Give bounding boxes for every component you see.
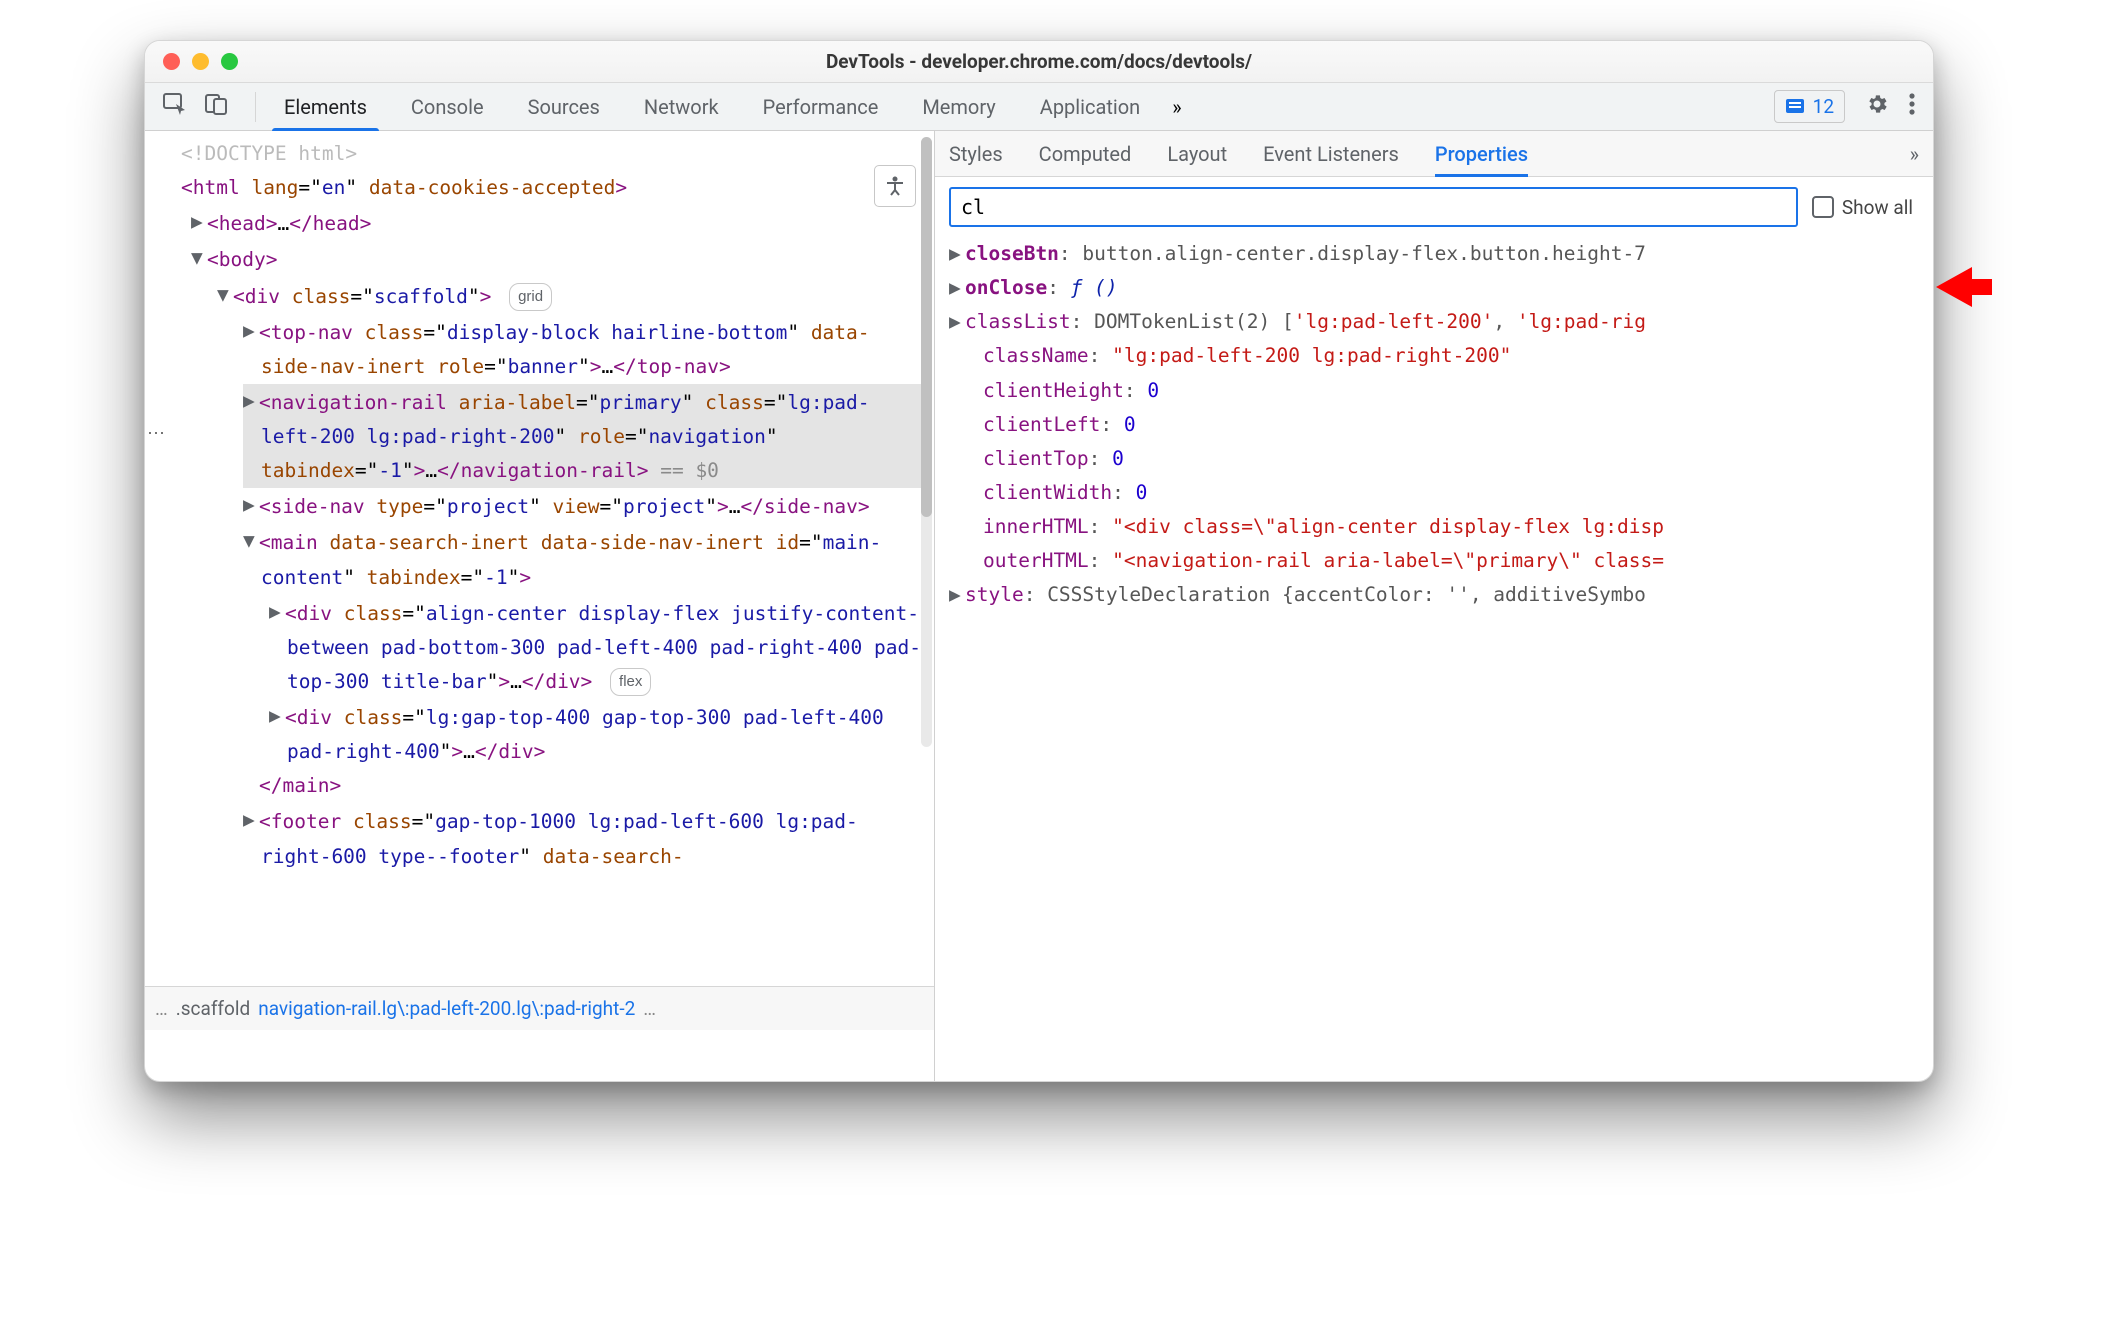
inspect-icon[interactable]: [163, 93, 187, 120]
property-row[interactable]: ▶style: CSSStyleDeclaration {accentColor…: [951, 578, 1925, 612]
main-toolbar: ElementsConsoleSourcesNetworkPerformance…: [145, 83, 1933, 131]
toolbar-right: 12: [1774, 90, 1915, 123]
tab-console[interactable]: Console: [389, 83, 506, 130]
toolbar-separator: [255, 92, 256, 122]
red-pointer-arrow-icon: [1936, 264, 1992, 315]
dom-tree[interactable]: <!DOCTYPE html><html lang="en" data-cook…: [145, 131, 934, 880]
main-tabs: ElementsConsoleSourcesNetworkPerformance…: [262, 83, 1162, 130]
traffic-max[interactable]: [221, 53, 238, 70]
settings-gear-icon[interactable]: [1865, 92, 1889, 121]
properties-list[interactable]: ▶closeBtn: button.align-center.display-f…: [935, 237, 1933, 618]
crumb-active[interactable]: navigation-rail.lg\:pad-left-200.lg\:pad…: [258, 997, 635, 1020]
property-row[interactable]: ▶onClose: ƒ (): [951, 271, 1925, 305]
tab-sources[interactable]: Sources: [506, 83, 622, 130]
traffic-lights: [163, 53, 238, 70]
tab-memory[interactable]: Memory: [900, 83, 1017, 130]
breadcrumb-bar[interactable]: … .scaffold navigation-rail.lg\:pad-left…: [145, 986, 934, 1030]
property-row[interactable]: clientTop: 0: [951, 442, 1925, 476]
dom-row[interactable]: ▶<top-nav class="display-block hairline-…: [243, 314, 926, 384]
property-row[interactable]: innerHTML: "<div class=\"align-center di…: [951, 510, 1925, 544]
tab-elements[interactable]: Elements: [262, 83, 389, 130]
accessibility-tree-button[interactable]: [874, 165, 916, 207]
row-ellipsis: ⋯: [147, 423, 165, 444]
dom-tree-scroll: ⋯ <!DOCTYPE html><html lang="en" data-co…: [145, 131, 934, 986]
dom-row[interactable]: ▼<body>: [191, 241, 926, 277]
properties-filter-bar: Show all: [935, 177, 1933, 237]
properties-filter-input[interactable]: [949, 187, 1798, 227]
issues-button[interactable]: 12: [1774, 90, 1845, 123]
dom-row[interactable]: <!DOCTYPE html>: [165, 137, 926, 171]
tab-network[interactable]: Network: [622, 83, 741, 130]
more-menu-icon[interactable]: [1909, 93, 1915, 120]
show-all-label: Show all: [1842, 196, 1913, 219]
toolbar-left: [163, 93, 227, 120]
tab-application[interactable]: Application: [1018, 83, 1162, 130]
sidetab-styles[interactable]: Styles: [949, 131, 1003, 176]
property-row[interactable]: className: "lg:pad-left-200 lg:pad-right…: [951, 339, 1925, 373]
dom-row[interactable]: ▼<div class="scaffold"> grid: [217, 278, 926, 314]
dom-row[interactable]: ▶<head>…</head>: [191, 205, 926, 241]
body-split: ⋯ <!DOCTYPE html><html lang="en" data-co…: [145, 131, 1933, 1081]
traffic-close[interactable]: [163, 53, 180, 70]
property-row[interactable]: clientHeight: 0: [951, 374, 1925, 408]
issues-count: 12: [1813, 95, 1834, 118]
dom-row[interactable]: ▶<side-nav type="project" view="project"…: [243, 488, 926, 524]
side-tabs-overflow-icon[interactable]: »: [1910, 142, 1919, 166]
dom-row[interactable]: </main>: [243, 769, 926, 803]
sidetab-properties[interactable]: Properties: [1435, 131, 1528, 176]
dom-row[interactable]: <html lang="en" data-cookies-accepted>: [165, 171, 926, 205]
elements-panel: ⋯ <!DOCTYPE html><html lang="en" data-co…: [145, 131, 935, 1081]
dom-row[interactable]: ▶<div class="lg:gap-top-400 gap-top-300 …: [269, 699, 926, 769]
crumb-left-ellipsis[interactable]: …: [155, 997, 168, 1020]
sidetab-layout[interactable]: Layout: [1167, 131, 1227, 176]
property-row[interactable]: clientLeft: 0: [951, 408, 1925, 442]
tab-performance[interactable]: Performance: [741, 83, 901, 130]
crumb-scaffold[interactable]: .scaffold: [176, 997, 250, 1020]
side-tabs: Styles Computed Layout Event Listeners Prope…: [935, 131, 1933, 177]
crumb-right-ellipsis[interactable]: …: [643, 997, 656, 1020]
main-tabs-overflow-icon[interactable]: »: [1172, 95, 1181, 119]
device-toggle-icon[interactable]: [205, 93, 227, 120]
window-titlebar: DevTools - developer.chrome.com/docs/dev…: [145, 41, 1933, 83]
property-row[interactable]: outerHTML: "<navigation-rail aria-label=…: [951, 544, 1925, 578]
dom-row[interactable]: ▼<main data-search-inert data-side-nav-i…: [243, 524, 926, 594]
property-row[interactable]: clientWidth: 0: [951, 476, 1925, 510]
dom-row[interactable]: ▶<navigation-rail aria-label="primary" c…: [243, 384, 926, 488]
dom-row[interactable]: ▶<div class="align-center display-flex j…: [269, 595, 926, 699]
traffic-min[interactable]: [192, 53, 209, 70]
window-title: DevTools - developer.chrome.com/docs/dev…: [145, 50, 1933, 73]
scrollbar-thumb[interactable]: [921, 137, 932, 517]
devtools-window: DevTools - developer.chrome.com/docs/dev…: [144, 40, 1934, 1082]
sidetab-computed[interactable]: Computed: [1039, 131, 1132, 176]
sidetab-event-listeners[interactable]: Event Listeners: [1263, 131, 1399, 176]
show-all-toggle[interactable]: Show all: [1812, 196, 1913, 219]
dom-row[interactable]: ▶<footer class="gap-top-1000 lg:pad-left…: [243, 803, 926, 873]
property-row[interactable]: ▶closeBtn: button.align-center.display-f…: [951, 237, 1925, 271]
show-all-checkbox[interactable]: [1812, 196, 1834, 218]
side-panel: Styles Computed Layout Event Listeners Prope…: [935, 131, 1933, 1081]
property-row[interactable]: ▶classList: DOMTokenList(2) ['lg:pad-lef…: [951, 305, 1925, 339]
